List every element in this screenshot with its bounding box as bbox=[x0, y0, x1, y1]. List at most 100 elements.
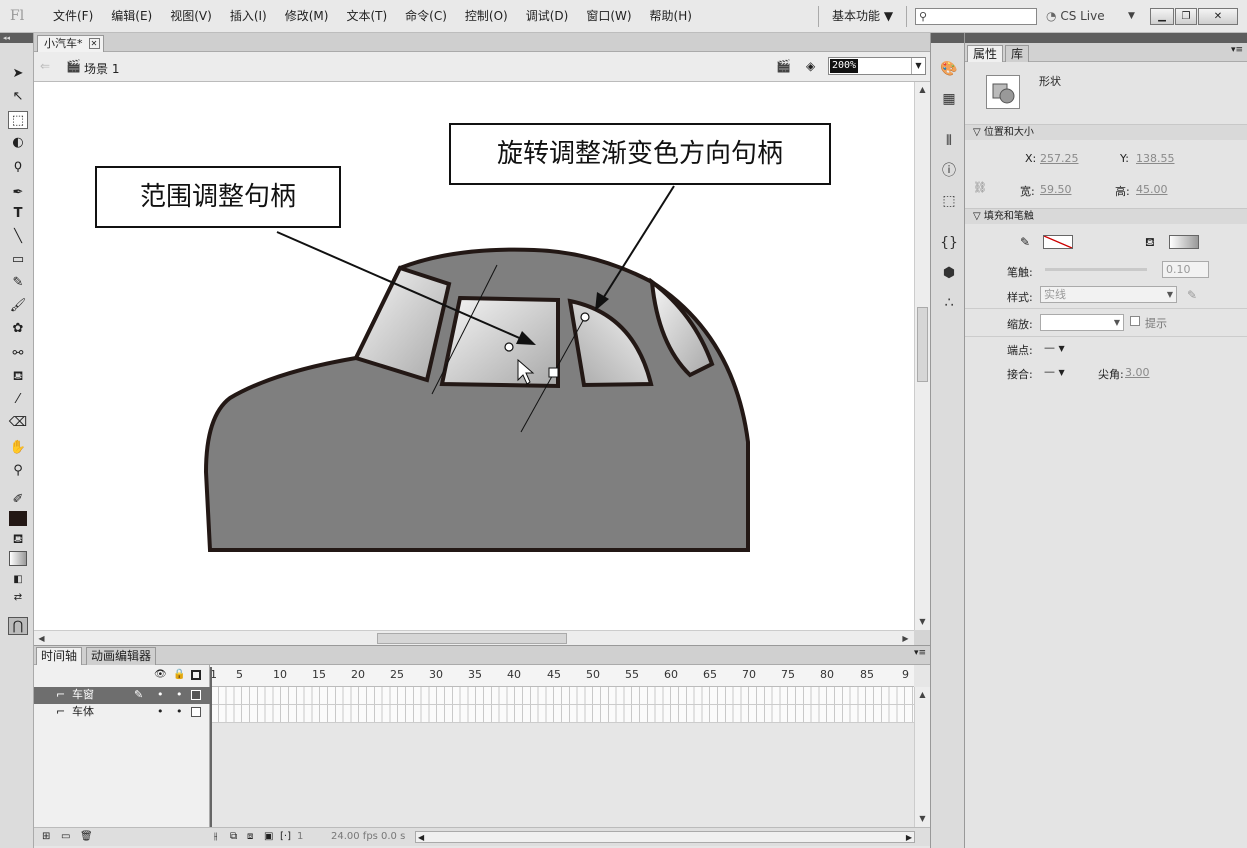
transform-panel-icon[interactable]: ⬚ bbox=[939, 191, 959, 211]
line-tool-icon[interactable]: ╲ bbox=[8, 228, 28, 246]
stroke-color-swatch[interactable] bbox=[9, 511, 27, 526]
pen-tool-icon[interactable]: ✒ bbox=[8, 184, 28, 202]
visible-dot[interactable]: • bbox=[157, 704, 164, 720]
stage-canvas[interactable]: 范围调整句柄 旋转调整渐变色方向句柄 bbox=[34, 82, 914, 630]
menu-file[interactable]: 文件(F) bbox=[44, 0, 102, 33]
fill-color-swatch[interactable] bbox=[9, 551, 27, 566]
lock-dot[interactable]: • bbox=[176, 687, 183, 703]
lock-icon[interactable]: 🔒 bbox=[173, 669, 185, 680]
minimize-button[interactable]: ▁ bbox=[1150, 8, 1174, 25]
cs-live-button[interactable]: ◔ CS Live bbox=[1046, 0, 1105, 33]
close-tab-icon[interactable]: ✕ bbox=[88, 38, 100, 49]
menu-window[interactable]: 窗口(W) bbox=[577, 0, 640, 33]
eraser-tool-icon[interactable]: ⌫ bbox=[8, 414, 28, 432]
tab-library[interactable]: 库 bbox=[1005, 45, 1030, 62]
scroll-up-icon[interactable]: ▲ bbox=[916, 688, 929, 701]
fill-color-icon[interactable]: ⛾ bbox=[8, 531, 28, 549]
join-select[interactable]: — ▼ bbox=[1044, 365, 1065, 378]
scale-select[interactable]: ▼ bbox=[1040, 314, 1124, 331]
eye-icon[interactable]: 👁 bbox=[154, 669, 167, 680]
width-value[interactable]: 59.50 bbox=[1040, 183, 1072, 196]
menu-insert[interactable]: 插入(I) bbox=[221, 0, 276, 33]
scroll-right-icon[interactable]: ▶ bbox=[906, 829, 912, 847]
workspace-switcher[interactable]: 基本功能 ▼ bbox=[832, 0, 893, 33]
paint-bucket-tool-icon[interactable]: ⛾ bbox=[8, 368, 28, 386]
brush-tool-icon[interactable]: 🖌 bbox=[8, 297, 28, 315]
eyedropper-tool-icon[interactable]: ⁄ bbox=[8, 391, 28, 409]
onion-outline-icon[interactable]: ⧈ bbox=[247, 828, 253, 846]
outline-icon[interactable] bbox=[191, 670, 201, 680]
tab-properties[interactable]: 属性 bbox=[967, 45, 1004, 62]
timeline-horizontal-scrollbar[interactable]: ◀ ▶ bbox=[415, 831, 915, 843]
black-white-icon[interactable]: ◧ bbox=[8, 571, 28, 589]
scene-name[interactable]: 场景 1 bbox=[84, 60, 119, 77]
cap-select[interactable]: — ▼ bbox=[1044, 341, 1065, 354]
hand-tool-icon[interactable]: ✋ bbox=[8, 439, 28, 457]
scroll-left-icon[interactable]: ◀ bbox=[35, 632, 48, 645]
range-handle[interactable] bbox=[504, 342, 514, 352]
menu-modify[interactable]: 修改(M) bbox=[276, 0, 338, 33]
stroke-color-swatch[interactable] bbox=[1043, 235, 1073, 249]
current-frame[interactable]: 1 bbox=[297, 828, 303, 846]
swatches-panel-icon[interactable]: ▦ bbox=[939, 89, 959, 109]
cs-live-dropdown-icon[interactable]: ▼ bbox=[1128, 0, 1135, 33]
scroll-down-icon[interactable]: ▼ bbox=[916, 615, 929, 628]
tab-timeline[interactable]: 时间轴 bbox=[36, 647, 83, 665]
zoom-tool-icon[interactable]: ⚲ bbox=[8, 462, 28, 480]
pencil-tool-icon[interactable]: ✎ bbox=[8, 274, 28, 292]
chevron-down-icon[interactable]: ▼ bbox=[911, 58, 925, 74]
panel-collapse-bar[interactable] bbox=[931, 33, 964, 43]
stroke-width-input[interactable]: 0.10 bbox=[1162, 261, 1209, 278]
center-frame-icon[interactable]: ⫲ bbox=[214, 828, 217, 846]
motion-presets-icon[interactable]: ∴ bbox=[939, 293, 959, 313]
stroke-color-icon[interactable]: ✐ bbox=[8, 491, 28, 509]
layer-color-box[interactable] bbox=[191, 707, 201, 717]
edit-stroke-style-icon[interactable]: ✎ bbox=[1187, 288, 1197, 302]
edit-multiple-frames-icon[interactable]: ▣ bbox=[264, 828, 273, 846]
onion-skin-icon[interactable]: ⧉ bbox=[230, 828, 237, 846]
miter-value[interactable]: 3.00 bbox=[1125, 366, 1150, 379]
y-value[interactable]: 138.55 bbox=[1136, 152, 1175, 165]
code-snippets-icon[interactable]: {} bbox=[939, 233, 959, 253]
edit-symbols-icon[interactable]: ◈ bbox=[806, 59, 815, 73]
new-layer-icon[interactable]: ⊞ bbox=[42, 828, 50, 846]
menu-text[interactable]: 文本(T) bbox=[337, 0, 396, 33]
lock-dot[interactable]: • bbox=[176, 704, 183, 720]
info-panel-icon[interactable]: ⓘ bbox=[939, 161, 959, 181]
3d-rotation-tool-icon[interactable]: ◐ bbox=[8, 134, 28, 152]
edit-scene-icon[interactable]: 🎬 bbox=[776, 59, 791, 73]
panel-title-bar[interactable] bbox=[965, 33, 1247, 43]
menu-debug[interactable]: 调试(D) bbox=[517, 0, 578, 33]
menu-help[interactable]: 帮助(H) bbox=[641, 0, 701, 33]
document-tab[interactable]: 小汽车* ✕ bbox=[37, 35, 104, 52]
snap-to-objects-icon[interactable]: ⋂ bbox=[8, 617, 28, 635]
timeline-vertical-scrollbar[interactable]: ▲ ▼ bbox=[914, 687, 930, 827]
layer-color-box[interactable] bbox=[191, 690, 201, 700]
tools-collapse-bar[interactable]: ◂◂ bbox=[0, 33, 33, 43]
text-tool-icon[interactable]: T bbox=[8, 205, 28, 223]
zoom-select[interactable]: 200% ▼ bbox=[828, 57, 926, 75]
scrollbar-thumb[interactable] bbox=[917, 307, 928, 382]
scroll-left-icon[interactable]: ◀ bbox=[418, 829, 424, 847]
bone-tool-icon[interactable]: ⚯ bbox=[8, 345, 28, 363]
align-panel-icon[interactable]: ⫴ bbox=[939, 131, 959, 151]
scroll-right-icon[interactable]: ▶ bbox=[899, 632, 912, 645]
selection-tool-icon[interactable]: ➤ bbox=[8, 65, 28, 83]
x-value[interactable]: 257.25 bbox=[1040, 152, 1079, 165]
menu-view[interactable]: 视图(V) bbox=[161, 0, 221, 33]
tab-motion-editor[interactable]: 动画编辑器 bbox=[86, 647, 157, 665]
stroke-slider[interactable] bbox=[1045, 268, 1147, 271]
frame-rate[interactable]: 24.00 fps bbox=[331, 828, 378, 846]
fill-color-swatch[interactable] bbox=[1169, 235, 1199, 249]
frame-ruler[interactable]: 1 5 10 15 20 25 30 35 40 45 50 55 60 65 … bbox=[210, 665, 914, 687]
height-value[interactable]: 45.00 bbox=[1136, 183, 1168, 196]
help-search-input[interactable]: ⚲ bbox=[915, 8, 1037, 25]
panel-menu-icon[interactable]: ▾≡ bbox=[914, 648, 926, 658]
free-transform-tool-icon[interactable]: ⬚ bbox=[8, 111, 28, 129]
color-panel-icon[interactable]: 🎨 bbox=[939, 59, 959, 79]
style-select[interactable]: 实线 ▼ bbox=[1040, 286, 1177, 303]
menu-edit[interactable]: 编辑(E) bbox=[102, 0, 161, 33]
deco-tool-icon[interactable]: ✿ bbox=[8, 320, 28, 338]
delete-layer-icon[interactable]: 🗑 bbox=[80, 828, 93, 846]
panel-menu-icon[interactable]: ▾≡ bbox=[1231, 45, 1243, 55]
